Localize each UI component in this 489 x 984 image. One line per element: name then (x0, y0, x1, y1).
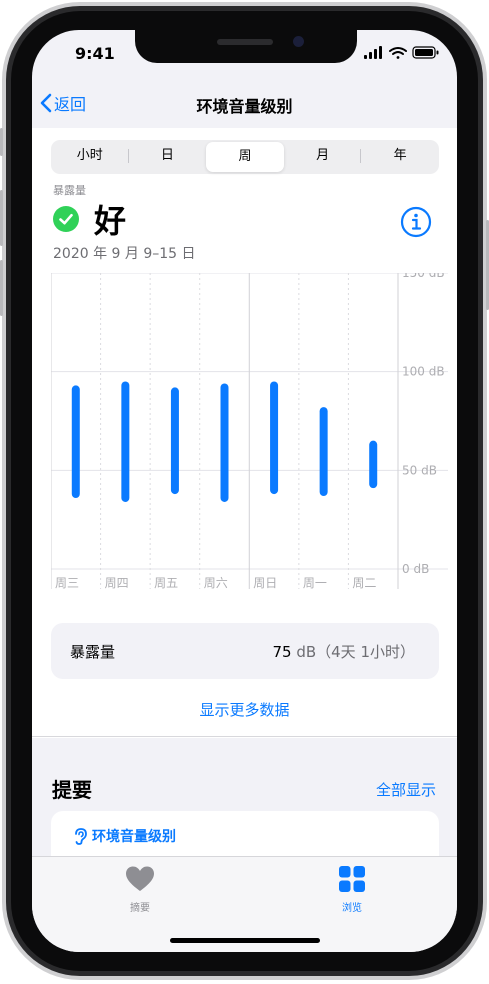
summary-number: 75 (272, 643, 292, 661)
time-range-segmented-control: 小时 日 周 月 年 (51, 140, 439, 174)
notch (135, 30, 357, 63)
tab-browse[interactable]: 浏览 (302, 865, 402, 914)
x-tick-label: 周六 (204, 576, 228, 590)
cellular-signal-icon (364, 46, 382, 59)
volume-down-button (0, 260, 3, 316)
exposure-label: 暴露量 (53, 184, 86, 197)
segment-hour[interactable]: 小时 (51, 140, 129, 174)
highlight-card-label: 环境音量级别 (92, 829, 176, 845)
info-icon[interactable] (400, 206, 432, 238)
segment-year[interactable]: 年 (361, 140, 439, 174)
screen: 9:41 返回 环境音量级别 小时 日 周 月 年 暴露量 好 2020 年 9… (32, 30, 457, 952)
section-divider (32, 736, 457, 737)
date-range: 2020 年 9 月 9–15 日 (53, 246, 196, 262)
summary-label: 暴露量 (70, 643, 116, 661)
battery-icon (412, 46, 439, 59)
segment-week[interactable]: 周 (206, 142, 284, 172)
y-tick-label: 100 dB (402, 365, 445, 379)
y-tick-label: 0 dB (402, 562, 429, 576)
show-all-link[interactable]: 全部显示 (332, 779, 436, 800)
summary-unit: dB (296, 643, 317, 661)
page-title: 环境音量级别 (196, 97, 293, 116)
segment-day[interactable]: 日 (129, 140, 207, 174)
segment-month[interactable]: 月 (284, 140, 362, 174)
highlights-heading: 提要 (52, 778, 92, 802)
show-more-data-link[interactable]: 显示更多数据 (32, 699, 457, 720)
heart-icon (126, 866, 154, 891)
home-indicator (170, 938, 320, 943)
front-camera (293, 36, 304, 47)
summary-value: 75 dB（4天 1小时） (232, 641, 415, 662)
volume-up-button (0, 190, 3, 246)
summary-detail: （4天 1小时） (316, 643, 415, 661)
y-tick-label: 150 dB (402, 273, 445, 280)
x-tick-label: 周日 (253, 576, 277, 590)
highlight-card-title: 环境音量级别 (72, 826, 176, 846)
sound-level-chart: 0 dB 50 dB 100 dB 150 dB 周三 周四 周五 周六 周日 周一 周二 (51, 273, 448, 590)
exposure-status: 好 (94, 202, 127, 240)
y-tick-label: 50 dB (402, 463, 437, 477)
x-tick-label: 周二 (352, 576, 376, 590)
tab-summary-label: 摘要 (130, 903, 150, 914)
status-icons (364, 46, 439, 59)
tab-browse-label: 浏览 (342, 903, 362, 914)
grid-icon (339, 866, 365, 892)
speaker-grille (217, 39, 273, 45)
x-tick-label: 周三 (55, 576, 79, 590)
tab-summary[interactable]: 摘要 (90, 865, 190, 914)
status-time: 9:41 (75, 44, 115, 63)
x-tick-label: 周四 (105, 576, 129, 590)
x-tick-label: 周五 (154, 576, 178, 590)
x-tick-label: 周一 (303, 576, 327, 590)
ear-icon (75, 828, 87, 845)
wifi-icon (389, 47, 407, 59)
check-icon (53, 206, 79, 232)
mute-switch (0, 128, 3, 156)
